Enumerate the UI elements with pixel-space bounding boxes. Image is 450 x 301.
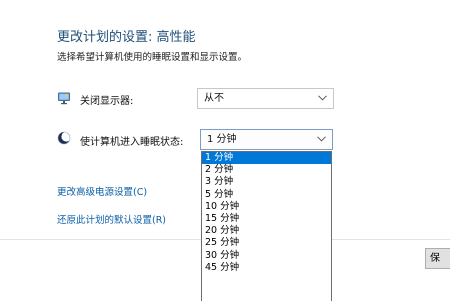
sleep-select[interactable]: 1 分钟 — [200, 129, 333, 150]
page-title: 更改计划的设置: 高性能 — [57, 30, 196, 45]
dropdown-option[interactable]: 15 分钟 — [202, 213, 331, 225]
dropdown-option[interactable]: 25 分钟 — [202, 237, 331, 249]
sleep-label: 使计算机进入睡眠状态: — [80, 137, 184, 148]
chevron-down-icon — [318, 95, 327, 101]
sleep-value: 1 分钟 — [207, 134, 237, 145]
save-button[interactable]: 保 — [425, 248, 450, 269]
display-off-value: 从不 — [204, 93, 224, 104]
page-subtitle: 选择希望计算机使用的睡眠设置和显示设置。 — [57, 52, 248, 63]
monitor-icon — [58, 92, 70, 105]
display-off-label: 关闭显示器: — [80, 96, 134, 107]
restore-defaults-link[interactable]: 还原此计划的默认设置(R) — [57, 212, 166, 226]
dropdown-option[interactable]: 45 分钟 — [202, 262, 331, 274]
dropdown-option[interactable]: 20 分钟 — [202, 225, 331, 237]
dropdown-option[interactable]: 30 分钟 — [202, 250, 331, 262]
display-off-select[interactable]: 从不 — [197, 88, 334, 109]
chevron-down-icon — [317, 136, 326, 142]
dropdown-option[interactable]: 2 分钟 — [202, 164, 331, 176]
moon-icon — [57, 131, 71, 145]
divider — [332, 239, 450, 240]
dropdown-option[interactable]: 5 分钟 — [202, 189, 331, 201]
dropdown-option[interactable]: 1 分钟 — [202, 152, 331, 165]
dropdown-option[interactable]: 10 分钟 — [202, 201, 331, 213]
advanced-power-settings-link[interactable]: 更改高级电源设置(C) — [57, 184, 147, 198]
divider — [0, 239, 201, 240]
sleep-dropdown-list[interactable]: 1 分钟 2 分钟 3 分钟 5 分钟 10 分钟 15 分钟 20 分钟 25… — [201, 151, 332, 301]
dropdown-option[interactable]: 3 分钟 — [202, 176, 331, 188]
